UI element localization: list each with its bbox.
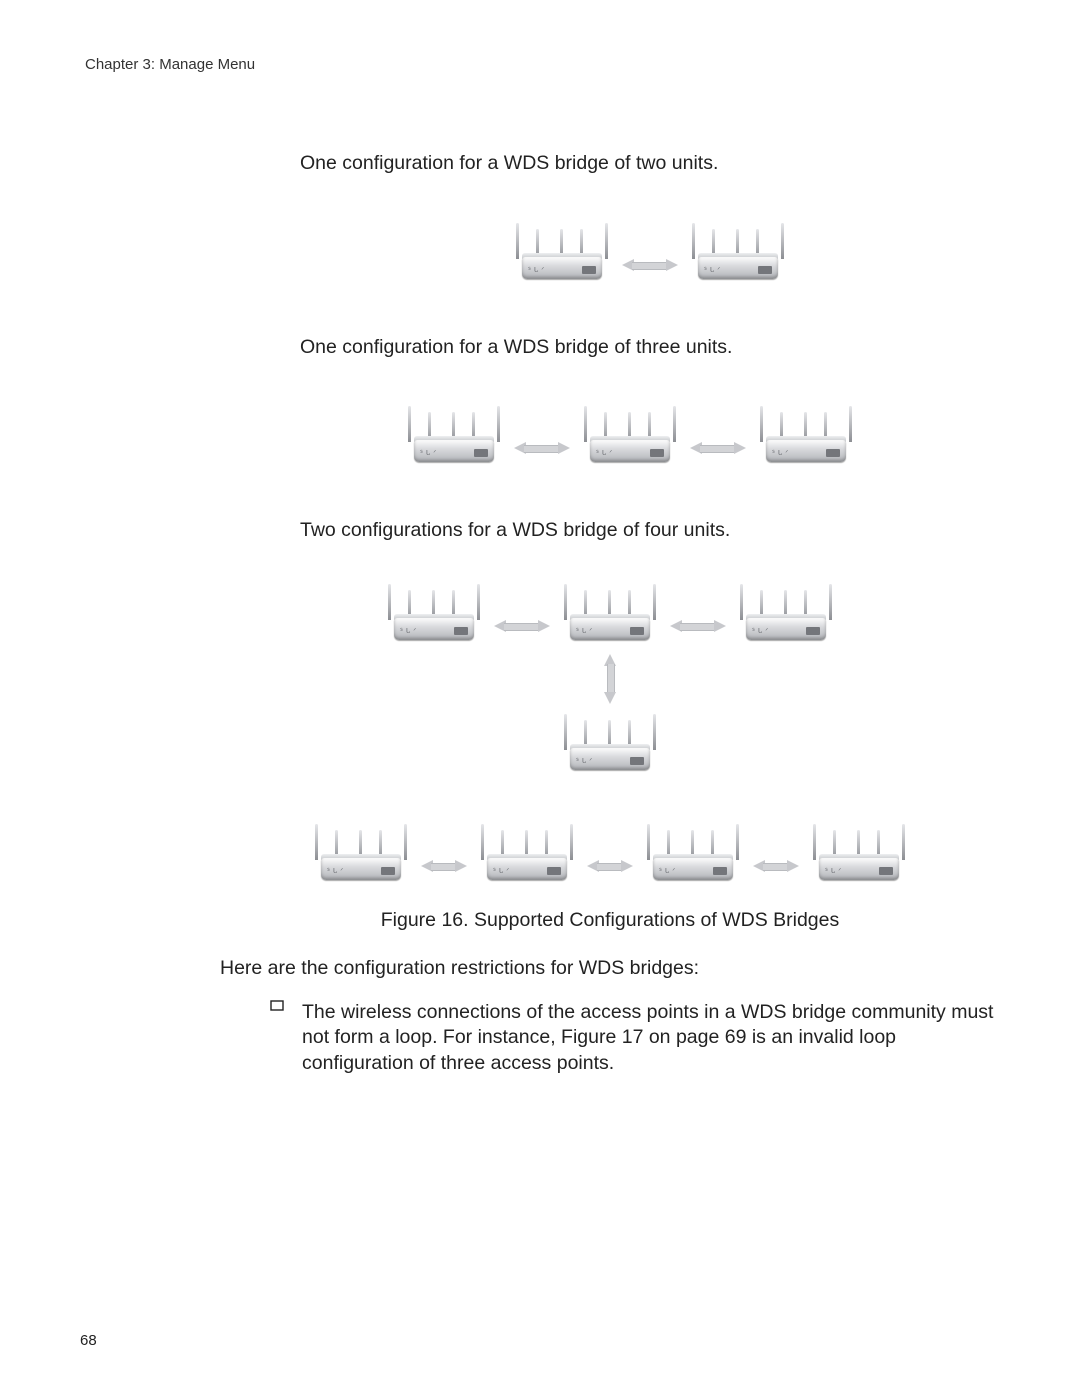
access-point-icon: ᔆ ᒐ ᐟ (516, 223, 608, 283)
access-point-icon: ᔆ ᒐ ᐟ (388, 584, 480, 644)
device-led-label: ᔆ ᒐ ᐟ (493, 867, 510, 876)
caption-two-units: One configuration for a WDS bridge of tw… (300, 151, 1000, 177)
double-arrow-vertical-icon (604, 654, 616, 704)
device-led-label: ᔆ ᒐ ᐟ (327, 867, 344, 876)
access-point-icon: ᔆ ᒐ ᐟ (564, 714, 656, 774)
device-led-label: ᔆ ᒐ ᐟ (420, 449, 437, 458)
double-arrow-icon (494, 620, 550, 632)
double-arrow-icon (514, 442, 570, 454)
access-point-icon: ᔆ ᒐ ᐟ (408, 406, 500, 466)
caption-three-units: One configuration for a WDS bridge of th… (300, 335, 1000, 361)
figure-caption: Figure 16. Supported Configurations of W… (220, 908, 1000, 934)
double-arrow-icon (670, 620, 726, 632)
device-led-label: ᔆ ᒐ ᐟ (400, 627, 417, 636)
double-arrow-icon (690, 442, 746, 454)
list-item: The wireless connections of the access p… (270, 1000, 1000, 1077)
access-point-icon: ᔆ ᒐ ᐟ (740, 584, 832, 644)
diagram-four-units: ᔆ ᒐ ᐟ ᔆ ᒐ ᐟ ᔆ ᒐ ᐟ (220, 584, 1000, 884)
access-point-icon: ᔆ ᒐ ᐟ (813, 824, 905, 884)
device-led-label: ᔆ ᒐ ᐟ (659, 867, 676, 876)
access-point-icon: ᔆ ᒐ ᐟ (584, 406, 676, 466)
device-led-label: ᔆ ᒐ ᐟ (576, 757, 593, 766)
restriction-text: The wireless connections of the access p… (302, 1000, 1000, 1077)
box-bullet-icon (270, 1000, 284, 1077)
caption-four-units: Two configurations for a WDS bridge of f… (300, 518, 1000, 544)
chapter-header: Chapter 3: Manage Menu (85, 56, 1000, 73)
access-point-icon: ᔆ ᒐ ᐟ (564, 584, 656, 644)
access-point-icon: ᔆ ᒐ ᐟ (481, 824, 573, 884)
access-point-icon: ᔆ ᒐ ᐟ (315, 824, 407, 884)
device-led-label: ᔆ ᒐ ᐟ (772, 449, 789, 458)
device-led-label: ᔆ ᒐ ᐟ (704, 266, 721, 275)
double-arrow-icon (587, 860, 633, 872)
access-point-icon: ᔆ ᒐ ᐟ (692, 223, 784, 283)
diagram-three-units: ᔆ ᒐ ᐟ ᔆ ᒐ ᐟ ᔆ ᒐ ᐟ (260, 406, 1000, 466)
device-led-label: ᔆ ᒐ ᐟ (576, 627, 593, 636)
device-led-label: ᔆ ᒐ ᐟ (825, 867, 842, 876)
diagram-two-units: ᔆ ᒐ ᐟ ᔆ ᒐ ᐟ (300, 223, 1000, 283)
access-point-icon: ᔆ ᒐ ᐟ (760, 406, 852, 466)
double-arrow-icon (622, 259, 678, 271)
double-arrow-icon (421, 860, 467, 872)
restrictions-intro: Here are the configuration restrictions … (220, 956, 1000, 982)
double-arrow-icon (753, 860, 799, 872)
device-led-label: ᔆ ᒐ ᐟ (752, 627, 769, 636)
page-number: 68 (80, 1332, 97, 1349)
access-point-icon: ᔆ ᒐ ᐟ (647, 824, 739, 884)
device-led-label: ᔆ ᒐ ᐟ (528, 266, 545, 275)
device-led-label: ᔆ ᒐ ᐟ (596, 449, 613, 458)
